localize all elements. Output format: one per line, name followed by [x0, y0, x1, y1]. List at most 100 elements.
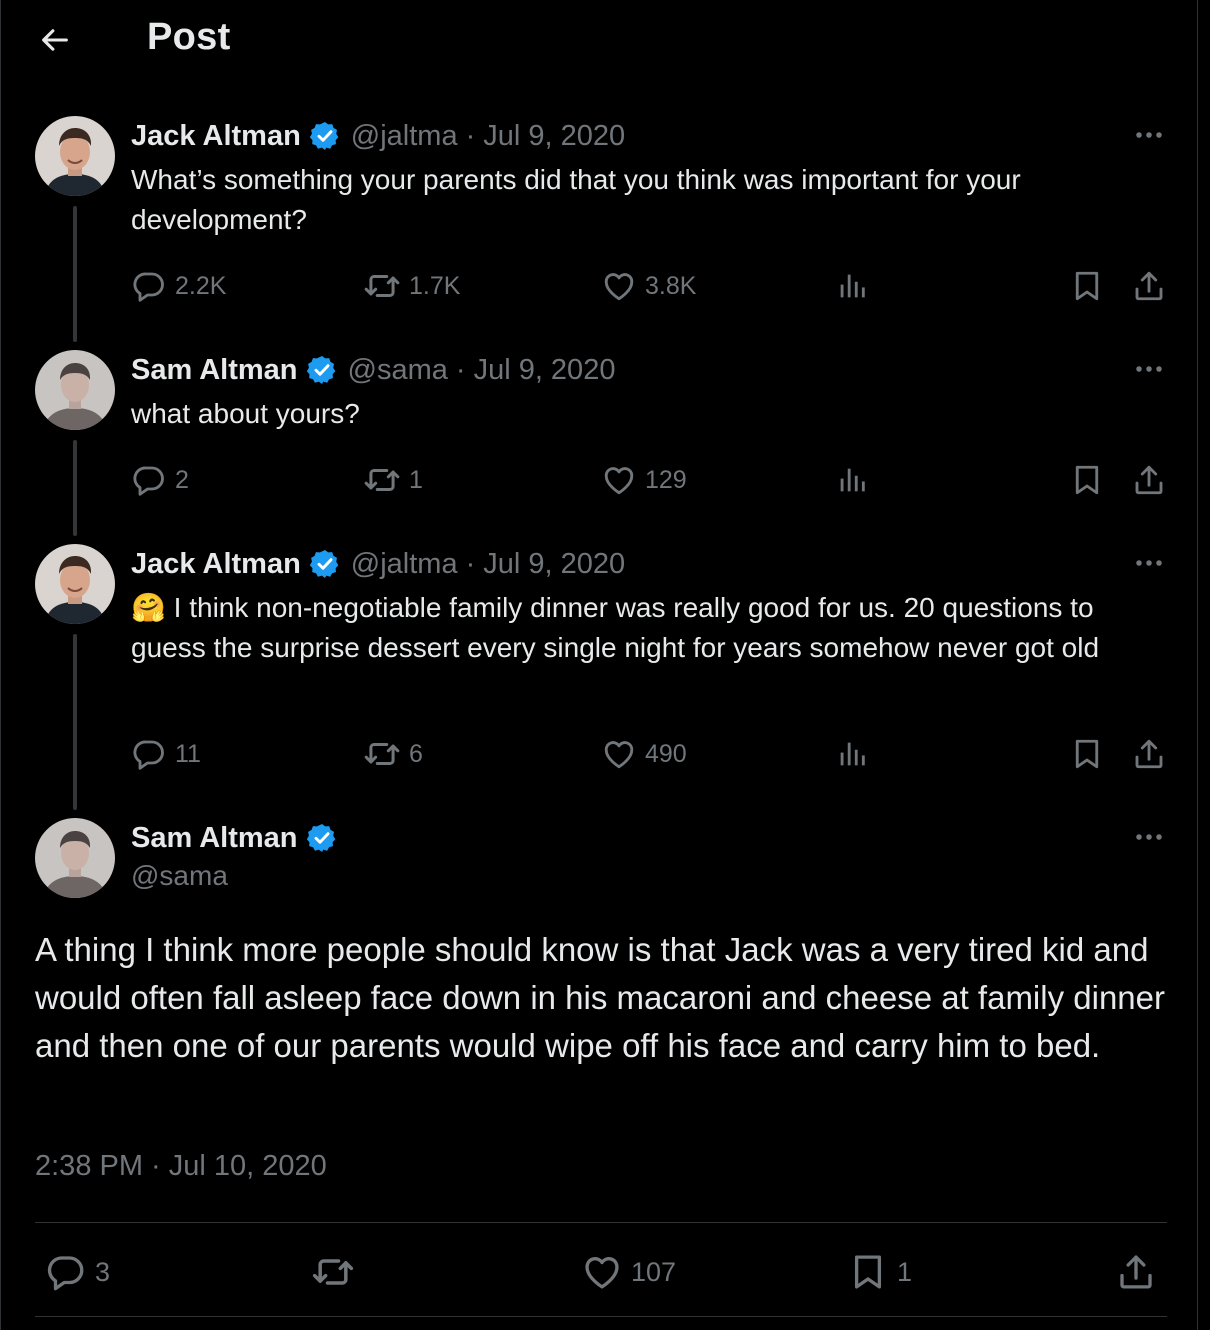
more-button[interactable]	[1127, 549, 1171, 577]
views-button[interactable]	[835, 266, 869, 306]
author-name[interactable]: Sam Altman	[131, 354, 298, 387]
views-button[interactable]	[835, 460, 869, 500]
avatar[interactable]	[35, 116, 115, 196]
bookmark-icon	[1069, 736, 1105, 772]
reply-button[interactable]: 3	[45, 1250, 110, 1294]
share-button[interactable]	[1131, 460, 1167, 500]
bookmark-button[interactable]	[1069, 266, 1105, 306]
like-icon	[581, 1251, 623, 1293]
bookmark-button[interactable]	[1069, 734, 1105, 774]
separator: ·	[465, 547, 476, 580]
retweet-button[interactable]: 1	[363, 460, 423, 500]
share-icon	[1131, 268, 1167, 304]
post-text: What’s something your parents did that y…	[131, 164, 1021, 235]
main-post-text: A thing I think more people should know …	[35, 931, 1165, 1064]
more-icon	[1134, 130, 1164, 140]
like-count: 3.8K	[645, 271, 697, 300]
back-arrow-icon	[42, 29, 68, 51]
more-icon	[1134, 832, 1164, 842]
reply-button[interactable]: 11	[131, 734, 201, 774]
retweet-count: 1	[409, 465, 423, 494]
like-icon	[601, 736, 637, 772]
verified-badge-icon	[309, 120, 341, 152]
verified-badge-icon	[309, 548, 341, 580]
reply-button[interactable]: 2.2K	[131, 266, 226, 306]
share-icon	[1115, 1251, 1157, 1293]
share-button[interactable]	[1115, 1250, 1157, 1294]
reply-icon	[131, 462, 167, 498]
author-handle[interactable]: @sama	[348, 354, 448, 387]
author-name[interactable]: Jack Altman	[131, 548, 301, 581]
retweet-count: 1.7K	[409, 271, 461, 300]
post-header: Sam Altman @sama · Jul 9, 2020	[131, 350, 615, 390]
header: Post	[1, 0, 1197, 80]
action-bar: 2 1 129	[1, 460, 1197, 500]
retweet-button[interactable]: 6	[363, 734, 423, 774]
more-button[interactable]	[1127, 355, 1171, 383]
bookmark-button[interactable]: 1	[847, 1250, 912, 1294]
post-header: Jack Altman @jaltma · Jul 9, 2020	[131, 116, 625, 156]
retweet-button[interactable]	[311, 1250, 355, 1294]
retweet-count: 6	[409, 739, 423, 768]
author-handle[interactable]: @sama	[131, 860, 228, 892]
author-name[interactable]: Sam Altman	[131, 822, 298, 855]
reply-count: 11	[175, 739, 201, 768]
verified-badge-icon	[306, 822, 338, 854]
bookmark-count: 1	[897, 1256, 913, 1287]
bookmark-button[interactable]	[1069, 460, 1105, 500]
reply-icon	[45, 1251, 87, 1293]
author-handle[interactable]: @jaltma	[351, 120, 458, 153]
like-count: 129	[645, 465, 687, 494]
avatar[interactable]	[35, 350, 115, 430]
author-name[interactable]: Jack Altman	[131, 120, 301, 153]
retweet-icon	[363, 735, 401, 773]
post-header: Jack Altman @jaltma · Jul 9, 2020	[131, 544, 625, 584]
post-date[interactable]: Jul 9, 2020	[474, 354, 616, 387]
reply-icon	[131, 736, 167, 772]
post-text: what about yours?	[131, 398, 360, 429]
verified-badge-icon	[306, 354, 338, 386]
divider	[35, 1222, 1167, 1223]
divider	[35, 1316, 1167, 1317]
like-button[interactable]: 490	[601, 734, 687, 774]
avatar[interactable]	[35, 818, 115, 898]
separator: ·	[455, 353, 466, 386]
more-icon	[1134, 558, 1164, 568]
like-icon	[601, 268, 637, 304]
back-button[interactable]	[31, 16, 79, 64]
hugging-face-emoji: 🤗	[131, 592, 166, 623]
share-icon	[1131, 462, 1167, 498]
bookmark-icon	[1069, 268, 1105, 304]
more-button[interactable]	[1127, 121, 1171, 149]
avatar[interactable]	[35, 544, 115, 624]
more-button[interactable]	[1127, 823, 1171, 851]
main-action-bar: 3 107 1	[1, 1250, 1197, 1294]
share-button[interactable]	[1131, 266, 1167, 306]
retweet-button[interactable]: 1.7K	[363, 266, 460, 306]
separator: ·	[465, 119, 476, 152]
reply-count: 2.2K	[175, 271, 227, 300]
action-bar: 11 6 490	[1, 734, 1197, 774]
share-button[interactable]	[1131, 734, 1167, 774]
views-icon	[835, 463, 869, 497]
page-title: Post	[147, 16, 231, 58]
views-icon	[835, 737, 869, 771]
more-icon	[1134, 364, 1164, 374]
post-text: 🤗 I think non-negotiable family dinner w…	[131, 588, 1161, 668]
like-button[interactable]: 3.8K	[601, 266, 696, 306]
like-count: 107	[631, 1256, 677, 1287]
views-icon	[835, 269, 869, 303]
post-text-body: I think non-negotiable family dinner was…	[131, 592, 1100, 663]
reply-icon	[131, 268, 167, 304]
views-button[interactable]	[835, 734, 869, 774]
bookmark-icon	[847, 1251, 889, 1293]
bookmark-icon	[1069, 462, 1105, 498]
post-date[interactable]: Jul 9, 2020	[483, 120, 625, 153]
post-date[interactable]: Jul 9, 2020	[483, 548, 625, 581]
like-button[interactable]: 107	[581, 1250, 676, 1294]
thread-line	[73, 634, 77, 810]
reply-button[interactable]: 2	[131, 460, 189, 500]
like-button[interactable]: 129	[601, 460, 687, 500]
author-handle[interactable]: @jaltma	[351, 548, 458, 581]
post-timestamp[interactable]: 2:38 PM · Jul 10, 2020	[35, 1150, 327, 1183]
